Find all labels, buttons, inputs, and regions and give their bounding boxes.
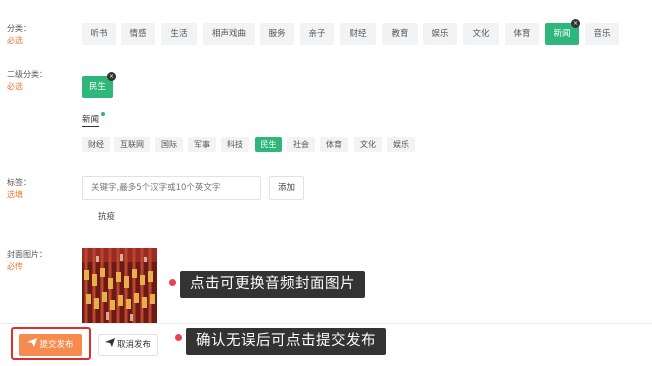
category-required-note: 必选 [7, 36, 23, 45]
category-tag-culture[interactable]: 文化 [463, 23, 499, 45]
category-tag-music[interactable]: 音乐 [585, 23, 619, 45]
add-tag-button[interactable]: 添加 [269, 176, 304, 200]
close-icon[interactable]: × [107, 72, 116, 81]
subcategory-option-internet[interactable]: 互联网 [114, 137, 150, 152]
category-tag-life[interactable]: 生活 [161, 23, 197, 45]
subcategory-option-finance[interactable]: 财经 [82, 137, 110, 152]
subcategory-option-military[interactable]: 军事 [188, 137, 216, 152]
send-icon [27, 334, 38, 356]
annotation-dot-icon [175, 334, 182, 341]
annotation-dot-icon [169, 279, 176, 286]
subcategory-option-culture[interactable]: 文化 [354, 137, 382, 152]
send-icon [104, 335, 115, 355]
subcategory-option-tech[interactable]: 科技 [221, 137, 249, 152]
cancel-publish-label: 取消发布 [116, 340, 151, 350]
tab-underline [82, 126, 99, 127]
subcategory-option-society[interactable]: 社会 [287, 137, 315, 152]
category-tag-finance[interactable]: 财经 [340, 23, 376, 45]
subcategory-label: 二级分类： [7, 70, 47, 79]
submit-publish-label: 提交发布 [39, 340, 74, 350]
footer-divider [0, 323, 652, 324]
submit-hint-annotation: 确认无误后可点击提交发布 [186, 328, 386, 355]
category-tag-sports[interactable]: 体育 [505, 23, 539, 45]
category-label: 分类： [7, 24, 31, 33]
tags-label: 标签： [7, 178, 31, 187]
subcategory-group-tab[interactable]: 新闻 [82, 113, 99, 125]
tag-chip[interactable]: 抗疫 [92, 208, 121, 226]
subcategory-option-livelihood[interactable]: 民生 [255, 137, 282, 152]
category-tag-parenting[interactable]: 亲子 [300, 23, 334, 45]
submit-publish-button[interactable]: 提交发布 [19, 334, 82, 356]
category-tag-crosstalk-opera[interactable]: 相声戏曲 [203, 23, 255, 45]
close-icon[interactable]: × [571, 19, 580, 28]
tags-optional-note: 选填 [7, 190, 23, 199]
cancel-publish-button[interactable]: 取消发布 [98, 334, 158, 356]
cover-image[interactable] [82, 248, 157, 324]
cover-required-note: 必传 [7, 262, 23, 271]
category-tag-service[interactable]: 服务 [260, 23, 294, 45]
category-tag-education[interactable]: 教育 [382, 23, 418, 45]
category-tag-entertainment[interactable]: 娱乐 [423, 23, 457, 45]
subcategory-option-entertainment[interactable]: 娱乐 [387, 137, 415, 152]
category-tag-audiobook[interactable]: 听书 [82, 23, 116, 45]
cover-image-art [82, 248, 157, 324]
category-tag-emotion[interactable]: 情感 [121, 23, 155, 45]
cover-hint-annotation: 点击可更换音频封面图片 [180, 271, 365, 298]
subcategory-option-international[interactable]: 国际 [155, 137, 183, 152]
active-dot-icon [101, 112, 105, 116]
subcategory-required-note: 必选 [7, 82, 23, 91]
cover-label: 封面图片： [7, 250, 47, 259]
subcategory-option-sports[interactable]: 体育 [320, 137, 348, 152]
tag-keyword-input[interactable] [82, 176, 261, 200]
